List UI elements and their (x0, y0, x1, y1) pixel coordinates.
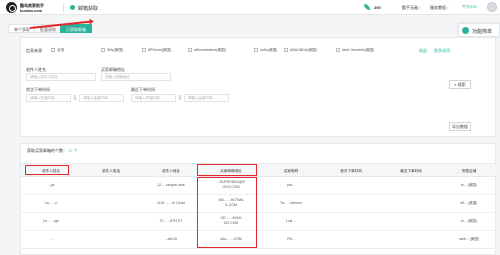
cell-address: 12 ... canyon lane (157, 183, 185, 187)
user-menu[interactable]: 酷手无敌 ▾ (402, 5, 421, 11)
export-button[interactable]: 导出数据 (449, 122, 471, 131)
more-options-link[interactable]: 更多选项 (434, 48, 450, 54)
filter-panel: 信息来源 全选 Silly(美国) 8PWorld(美国) alllovesti… (20, 37, 496, 137)
checkbox-label: 8PWorld(美国) (148, 48, 172, 52)
leaf-points-icon (364, 4, 370, 10)
user-menu-label: 酷手无敌 (402, 5, 418, 10)
checkbox-label: alllovestickers(美国) (194, 48, 226, 52)
kuniao-logo-icon[interactable] (6, 2, 17, 13)
service-menu-label: 服务教程 (430, 5, 446, 10)
th-shop[interactable]: 所属店铺 (441, 164, 497, 178)
cell-name: ... (49, 237, 53, 241)
cell-shop: eit... (美国) (460, 201, 478, 205)
th-recipient-address[interactable]: 收件人地址 (141, 164, 201, 178)
cell-name: La... ...n (44, 201, 58, 205)
th-first-order-time[interactable]: 首次下单时间 (321, 164, 381, 178)
brand-domain: kuniao.com (20, 8, 43, 13)
cell-address: ...ath Dr (164, 237, 178, 241)
table-row[interactable]: Le... ...rge 27... ...8TH ST GE... ...AY… (21, 213, 497, 231)
table-title: 获取买家邮箱的个数： 17 个 (27, 148, 78, 154)
checkbox-select-all[interactable] (51, 48, 55, 52)
checkbox-shop[interactable] (254, 48, 258, 52)
emails-table: 获取买家邮箱的个数： 17 个 收件人姓名 收件人电话 收件人地址 买家邮箱地址… (20, 143, 497, 255)
checkbox-label: ooflo(美国) (260, 48, 278, 52)
table-header: 收件人姓名 收件人电话 收件人地址 买家邮箱地址 买家昵称 首次下单时间 最近下… (21, 163, 497, 177)
checkbox-label: 全选 (57, 48, 65, 52)
th-buyer-nickname[interactable]: 买家昵称 (261, 164, 321, 178)
checkbox-shop[interactable] (101, 48, 105, 52)
top-bar: 酷鸟卖家助手 kuniao.com 邮箱获取 390 酷手无敌 ▾ 服务教程 ▾… (0, 0, 500, 15)
last-order-label: 最近下单时间 (131, 87, 155, 92)
cell-name: ...ya (47, 183, 55, 187)
checkbox-shop[interactable] (142, 48, 146, 52)
buyer-name-input[interactable]: 请输入收件人姓名 (26, 73, 96, 81)
cell-shop: rabb... (美国) (458, 237, 480, 241)
avatar[interactable] (487, 2, 497, 12)
range-separator: 至 (73, 95, 77, 100)
checkbox-label: Silly(美国) (107, 48, 124, 52)
search-icon: ⌕ (454, 82, 457, 87)
cell-nickname: Rit... (287, 237, 295, 241)
language-switch[interactable]: 中文/EN (462, 4, 477, 10)
points-count[interactable]: 390 (374, 5, 381, 10)
service-menu[interactable]: 服务教程 ▾ (430, 5, 449, 11)
checkbox-label: Abel Osorrello(美国) (342, 48, 375, 52)
table-title-text: 获取买家邮箱的个数： (27, 148, 67, 153)
first-order-label: 首次下单时间 (26, 87, 50, 92)
first-order-start-input[interactable]: 请输入开始时间 (26, 94, 71, 102)
cell-nickname: Ta... ...ahnson (280, 201, 302, 205)
highlight-email-column (197, 164, 257, 176)
cell-nickname: Lois ... (285, 219, 297, 223)
th-recipient-phone[interactable]: 收件人电话 (81, 164, 141, 178)
th-last-order-time[interactable]: 最近下单时间 (381, 164, 441, 178)
email-count: 17 个 (68, 148, 78, 153)
cell-shop: ei... (美国) (461, 219, 477, 223)
header-divider (63, 4, 64, 12)
checkbox-shop[interactable] (336, 48, 340, 52)
table-row[interactable]: La... ...n 1120 ... ...er Circle MA... .… (21, 195, 497, 213)
highlight-name-column (25, 165, 69, 175)
module-title: 邮箱获取 (78, 6, 99, 12)
last-order-end-input[interactable]: 请输入结束时间 (184, 94, 229, 102)
cell-nickname: par... (287, 183, 295, 187)
checkbox-label: ABAUNDA(美国) (290, 48, 317, 52)
cell-name: Le... ...rge (43, 219, 59, 223)
table-row[interactable]: ...ya 12 ... canyon lane ...SUPERDEA@G H… (21, 177, 497, 195)
first-order-end-input[interactable]: 请输入结束时间 (79, 94, 124, 102)
search-button[interactable]: ⌕ 搜索 (449, 80, 471, 89)
cell-address: 1120 ... ...er Circle (156, 201, 186, 205)
cell-shop: ei... (美国) (461, 183, 477, 187)
checkbox-shop[interactable] (284, 48, 288, 52)
last-order-start-input[interactable]: 请输入开始时间 (131, 94, 176, 102)
cell-address: 27... ...8TH ST (159, 219, 183, 223)
chevron-down-icon: ▾ (419, 6, 421, 10)
source-label: 信息来源 (26, 48, 42, 53)
chevron-down-icon: ▾ (447, 6, 449, 10)
highlight-email-values (197, 177, 257, 248)
search-button-label: 搜索 (457, 82, 466, 87)
checkbox-shop[interactable] (188, 48, 192, 52)
email-input[interactable]: 请输入邮箱地址 (101, 73, 171, 81)
table-row[interactable]: ... ...ath Dr AAL... ...COM Rit... rabb.… (21, 231, 497, 249)
range-separator: 至 (178, 95, 182, 100)
collapse-link[interactable]: 收起 (419, 48, 427, 54)
email-module-icon (70, 5, 75, 10)
